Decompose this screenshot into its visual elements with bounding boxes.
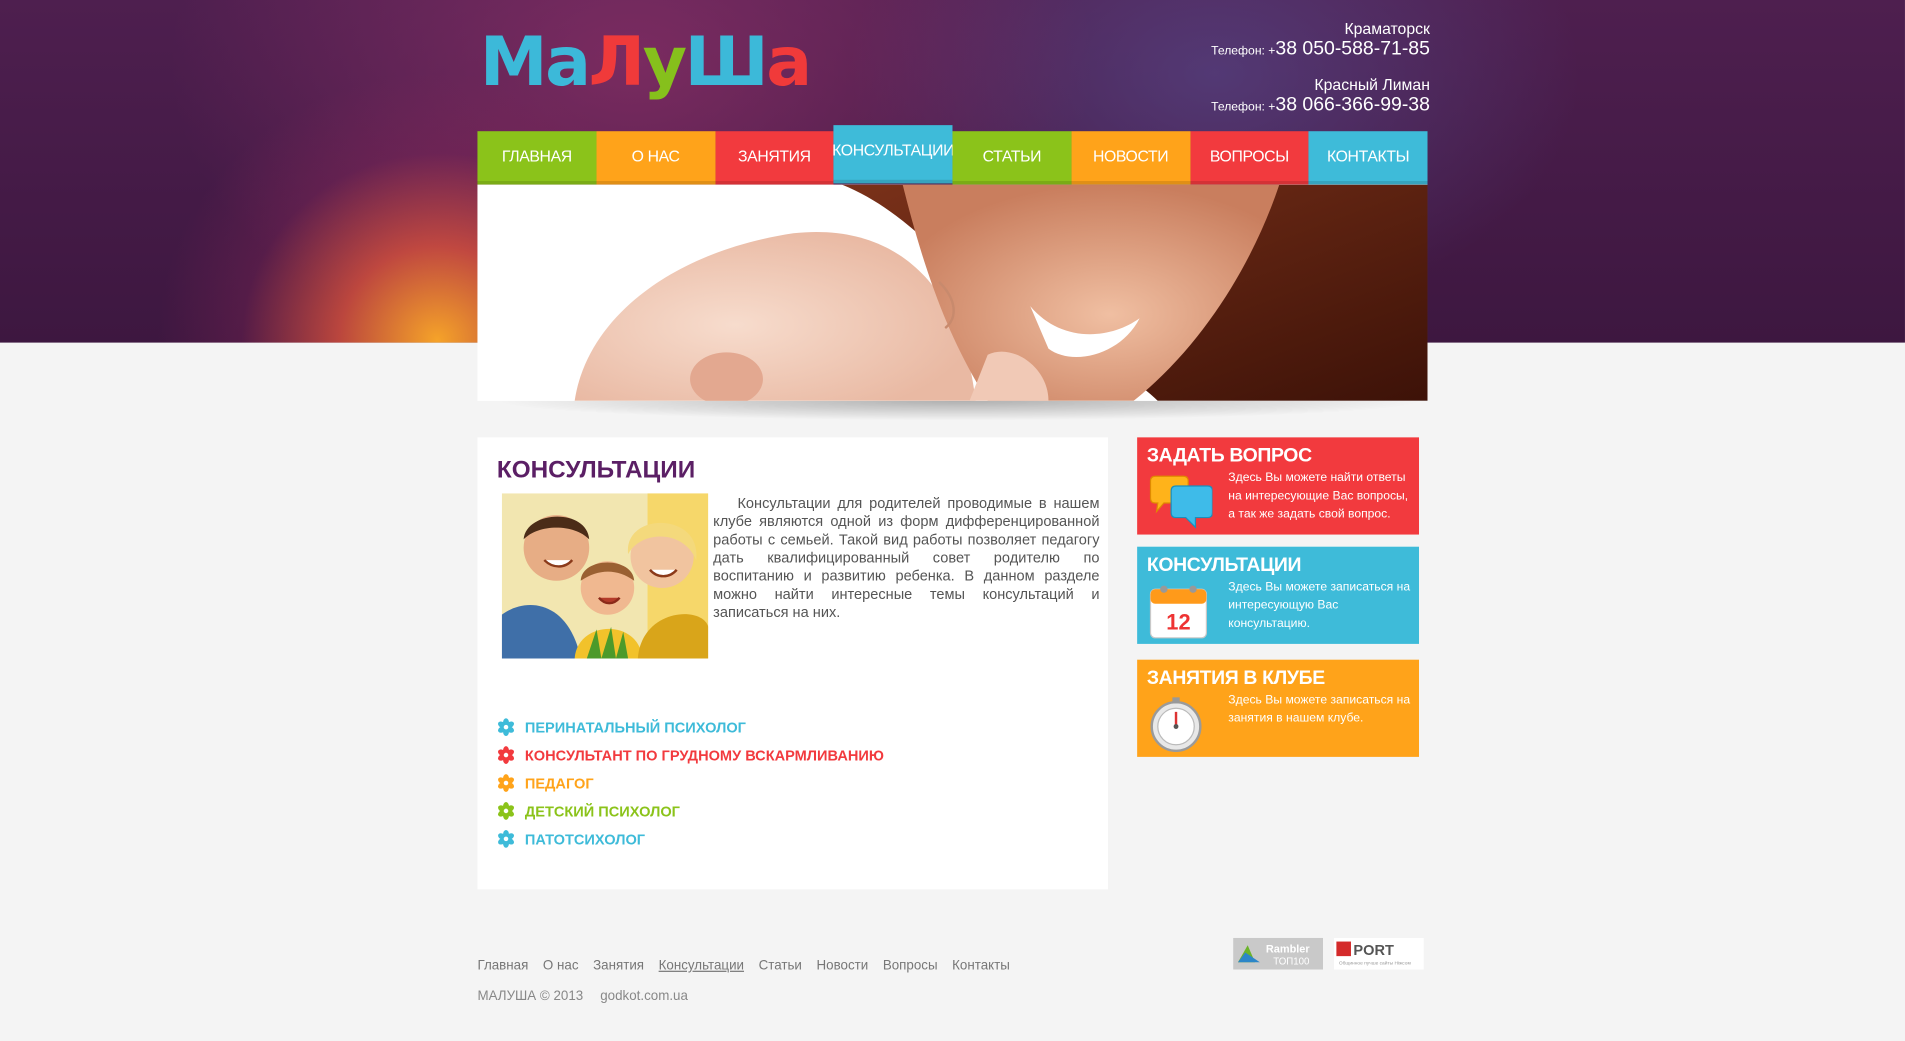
nav-item[interactable]: КОНСУЛЬТАЦИИ — [832, 125, 954, 184]
copyright-text: МАЛУША © 2013 — [477, 988, 584, 1004]
svg-text:PORT: PORT — [1353, 943, 1394, 959]
consultation-link-label[interactable]: ПЕРИНАТАЛЬНЫЙ ПСИХОЛОГ — [525, 719, 746, 736]
logo-letter: у — [642, 23, 687, 103]
rambler-logo: Rambler ТОП100 — [1233, 937, 1324, 970]
consultation-link-label[interactable]: ПАТОТСИХОЛОГ — [525, 830, 645, 847]
flower-bullet-icon — [498, 718, 514, 737]
phone-label: Телефон: + — [1211, 100, 1276, 115]
footer-nav-link[interactable]: Контакты — [952, 959, 1010, 974]
nav-item[interactable]: КОНТАКТЫ — [1308, 131, 1428, 185]
consultations-box[interactable]: КОНСУЛЬТАЦИИ 12 Здесь Вы можете записать… — [1137, 546, 1420, 644]
svg-text:ТОП100: ТОП100 — [1273, 957, 1310, 968]
flower-bullet-icon — [498, 746, 514, 764]
banner-shadow — [498, 400, 1422, 421]
contact-city: Красный Лиман — [1314, 75, 1430, 94]
logo-letter: Ш — [684, 23, 769, 103]
nav-item[interactable]: ВОПРОСЫ — [1189, 131, 1309, 185]
nav-item[interactable]: СТАТЬИ — [952, 131, 1072, 185]
contacts-block: Краматорск Телефон: +38 050-588-71-85 Кр… — [1211, 19, 1430, 119]
club-classes-box[interactable]: ЗАНЯТИЯ В КЛУБЕ Здесь Вы можете записать… — [1137, 659, 1420, 757]
consultation-link[interactable]: ПЕРИНАТАЛЬНЫЙ ПСИХОЛОГ — [497, 713, 884, 741]
flower-bullet-icon — [498, 830, 514, 848]
intro-text: Консультации для родителей проводимые в … — [713, 494, 1100, 621]
club-classes-title[interactable]: ЗАНЯТИЯ В КЛУБЕ — [1147, 668, 1325, 690]
logo-letter: М — [479, 23, 548, 103]
flower-bullet-icon — [498, 774, 514, 792]
nav-item[interactable]: НОВОСТИ — [1071, 131, 1190, 185]
chat-bubbles-icon — [1149, 475, 1213, 529]
footer-nav: Главная О нас Занятия Консультации Статьи Нов… — [477, 959, 1009, 974]
hero-banner-image — [477, 184, 1428, 401]
consultation-link[interactable]: ПЕДАГОГ — [497, 769, 884, 797]
contact-city: Краматорск — [1344, 19, 1430, 38]
port-counter[interactable]: PORT Общинное пучше сайты Ніжсом — [1333, 937, 1424, 970]
family-image — [501, 493, 709, 659]
footer-nav-link[interactable]: Статьи — [759, 959, 802, 974]
footer-nav-link[interactable]: О нас — [543, 959, 579, 974]
svg-text:Rambler: Rambler — [1266, 943, 1310, 955]
phone-number: 38 066-366-99-38 — [1275, 94, 1430, 116]
footer-nav-link[interactable]: Консультации — [659, 959, 744, 974]
logo-letter: а — [766, 23, 812, 103]
developer-link[interactable]: godkot.com.ua — [600, 989, 688, 1004]
page-title: КОНСУЛЬТАЦИИ — [496, 456, 696, 484]
rambler-top100-counter[interactable]: Rambler ТОП100 — [1233, 937, 1324, 970]
consultation-link-label[interactable]: КОНСУЛЬТАНТ ПО ГРУДНОМУ ВСКАРМЛИВАНИЮ — [525, 747, 884, 764]
footer-nav-link[interactable]: Занятия — [593, 959, 644, 974]
calendar-icon: 12 — [1149, 585, 1208, 639]
site-logo[interactable]: МаЛуШа — [479, 23, 812, 103]
logo-letter: а — [545, 23, 591, 103]
stopwatch-icon — [1150, 697, 1202, 753]
consultation-links: ПЕРИНАТАЛЬНЫЙ ПСИХОЛОГ КОНСУЛЬТАНТ ПО ГРУ… — [497, 713, 884, 853]
nav-item[interactable]: ЗАНЯТИЯ — [714, 131, 834, 185]
consultation-link-label[interactable]: ПЕДАГОГ — [525, 774, 594, 791]
family-photo — [501, 493, 709, 659]
phone-number: 38 050-588-71-85 — [1275, 38, 1430, 60]
ask-question-title[interactable]: ЗАДАТЬ ВОПРОС — [1147, 446, 1312, 468]
consultation-link[interactable]: ПАТОТСИХОЛОГ — [497, 825, 884, 853]
footer-nav-link[interactable]: Новости — [816, 959, 868, 974]
ask-question-text: Здесь Вы можете найти ответы на интересу… — [1228, 471, 1409, 522]
calendar-day: 12 — [1166, 609, 1190, 634]
nav-item[interactable]: ГЛАВНАЯ — [477, 131, 597, 185]
consultations-box-title[interactable]: КОНСУЛЬТАЦИИ — [1147, 555, 1302, 577]
contact-kramatorsk: Краматорск Телефон: +38 050-588-71-85 — [1211, 19, 1430, 63]
mother-baby-photo — [477, 184, 1428, 401]
club-classes-text: Здесь Вы можете записаться на занятия в … — [1228, 693, 1411, 726]
flower-bullet-icon — [498, 802, 514, 820]
footer-nav-link[interactable]: Вопросы — [883, 959, 938, 974]
consultation-link-label[interactable]: ДЕТСКИЙ ПСИХОЛОГ — [525, 802, 680, 819]
footer-nav-link[interactable]: Главная — [477, 959, 528, 974]
consultation-link[interactable]: ДЕТСКИЙ ПСИХОЛОГ — [497, 797, 884, 825]
content-panel: КОНСУЛЬТАЦИИ Консультации для родителей … — [477, 437, 1108, 890]
main-nav: ГЛАВНАЯ О НАС ЗАНЯТИЯ КОНСУЛЬТАЦИИ СТАТЬИ НОВ… — [477, 125, 1428, 185]
consultation-link[interactable]: КОНСУЛЬТАНТ ПО ГРУДНОМУ ВСКАРМЛИВАНИЮ — [497, 741, 884, 769]
logo-letter: Л — [588, 23, 645, 103]
contact-liman: Красный Лиман Телефон: +38 066-366-99-38 — [1211, 75, 1430, 119]
port-logo: PORT Общинное пучше сайты Ніжсом — [1333, 937, 1424, 970]
consultations-box-text: Здесь Вы можете записаться на интересующ… — [1228, 580, 1411, 631]
svg-text:Общинное пучше сайты Ніжсом: Общинное пучше сайты Ніжсом — [1339, 960, 1411, 967]
phone-label: Телефон: + — [1211, 44, 1276, 59]
nav-item[interactable]: О НАС — [596, 131, 715, 185]
footer-copyright: МАЛУША © 2013 godkot.com.ua — [477, 989, 687, 1004]
ask-question-box[interactable]: ЗАДАТЬ ВОПРОС Здесь Вы можете найти отве… — [1137, 437, 1420, 535]
